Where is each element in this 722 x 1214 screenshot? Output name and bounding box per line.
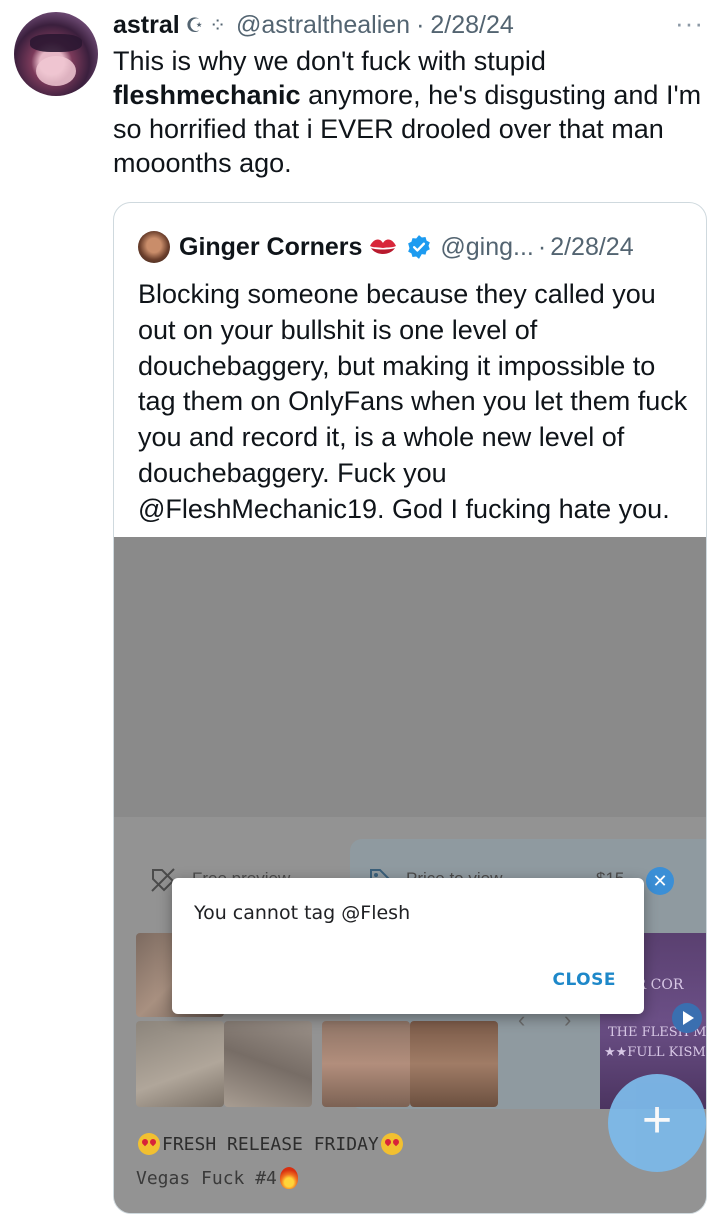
media-thumbnail (322, 1021, 410, 1107)
compose-fab-button[interactable]: + (608, 1074, 706, 1172)
quoted-tweet[interactable]: Ginger Corners @ging... · 2/28/24 Blocki… (113, 202, 707, 1214)
quote-header: Ginger Corners @ging... · 2/28/24 (138, 227, 634, 267)
verified-badge-icon (408, 235, 431, 259)
avatar-detail (36, 56, 76, 86)
promo-text: ★★FULL KISMET (604, 1045, 706, 1060)
tweet-text: This is why we don't fuck with stupid fl… (113, 44, 703, 180)
user-handle[interactable]: @astralthealien (236, 11, 410, 40)
tweet-header: astral ☪ ⁘ @astralthealien · 2/28/24 (113, 8, 702, 42)
vegas-text: Vegas Fuck #4 (136, 1167, 277, 1189)
quote-display-name[interactable]: Ginger Corners (179, 233, 362, 262)
media-thumbnail (224, 1021, 312, 1107)
quote-date[interactable]: 2/28/24 (550, 233, 633, 262)
tweet-date[interactable]: 2/28/24 (430, 11, 513, 40)
plus-icon: + (641, 1091, 673, 1149)
quote-text: Blocking someone because they called you… (138, 279, 688, 524)
media-thumbnail (410, 1021, 498, 1107)
avatar-detail (30, 34, 82, 52)
media-top-area (114, 537, 706, 817)
release-caption: FRESH RELEASE FRIDAY (136, 1133, 405, 1155)
vegas-caption: Vegas Fuck #4 (136, 1167, 298, 1189)
dialog-message: You cannot tag @Flesh (194, 902, 411, 924)
heart-eyes-emoji-icon (380, 1133, 403, 1155)
separator-dot: · (537, 232, 547, 261)
tag-error-dialog: You cannot tag @Flesh CLOSE (172, 878, 644, 1014)
quote-avatar[interactable] (138, 231, 170, 263)
release-text: FRESH RELEASE FRIDAY (162, 1133, 379, 1155)
quote-handle[interactable]: @ging... (440, 233, 533, 262)
media-thumbnail (136, 1021, 224, 1107)
play-icon[interactable] (672, 1003, 702, 1033)
kiss-mark-icon (370, 239, 397, 254)
separator-dot: · (416, 10, 425, 39)
tweet-text-bold: fleshmechanic (113, 80, 301, 110)
more-options-icon[interactable]: ··· (675, 8, 704, 39)
heart-eyes-emoji-icon (138, 1133, 160, 1155)
close-icon[interactable]: ✕ (646, 867, 674, 895)
name-decoration: ☪ ⁘ (185, 14, 226, 37)
dialog-close-button[interactable]: CLOSE (552, 970, 616, 990)
display-name[interactable]: astral (113, 11, 180, 40)
tweet-text-part: This is why we don't fuck with stupid (113, 46, 546, 76)
user-avatar[interactable] (14, 12, 98, 96)
fire-emoji-icon (279, 1167, 298, 1189)
